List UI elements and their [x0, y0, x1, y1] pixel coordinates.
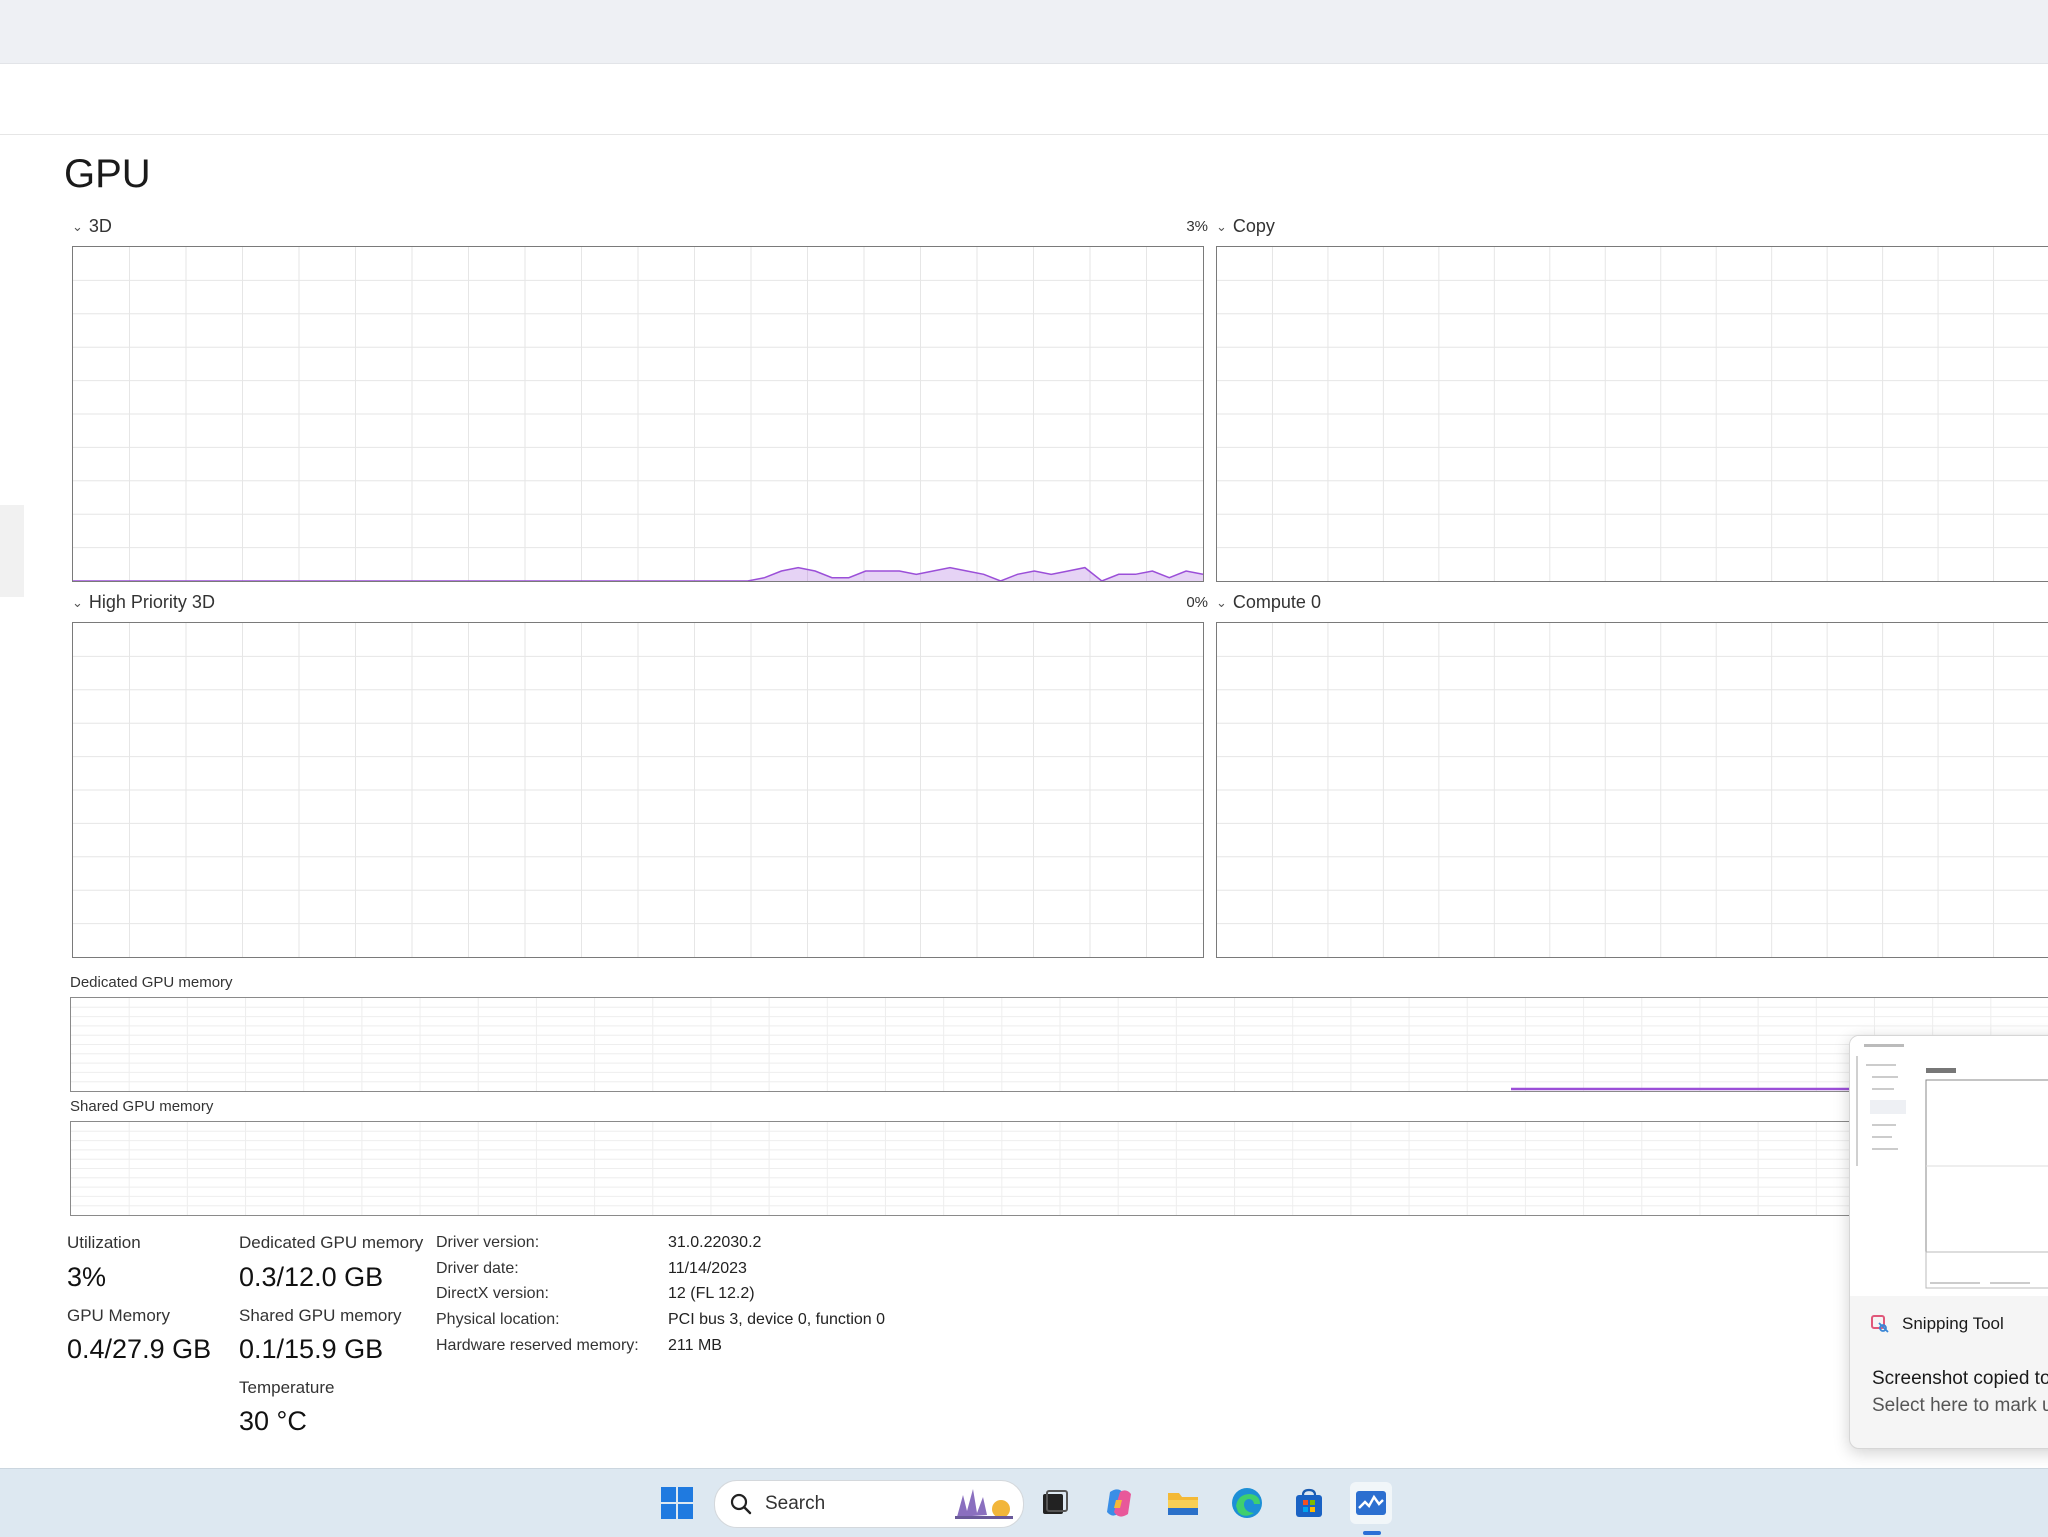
- utilization-label: Utilization: [67, 1233, 141, 1252]
- title-bar: [0, 0, 2048, 64]
- widgets-icon[interactable]: [951, 1483, 1017, 1523]
- info-row: DirectX version: 12 (FL 12.2): [436, 1281, 885, 1307]
- graph-copy-svg: [1217, 247, 2048, 581]
- toolbar: [0, 64, 2048, 135]
- graph-compute0-title: Compute 0: [1232, 592, 1321, 612]
- utilization-value: 3%: [67, 1262, 107, 1292]
- graph-copy-title: Copy: [1232, 216, 1275, 236]
- dedicated-gpu-memory-value: 0.3/12.0 GB: [239, 1262, 384, 1292]
- info-row: Physical location: PCI bus 3, device 0, f…: [436, 1307, 885, 1333]
- active-app-indicator: [1363, 1531, 1381, 1535]
- graph-hp3d-title: High Priority 3D: [88, 592, 215, 612]
- toast-app-name: Snipping Tool: [1902, 1314, 2004, 1333]
- shared-gpu-memory-label: Shared GPU memory: [239, 1306, 402, 1325]
- search-placeholder: Search: [765, 1493, 826, 1514]
- taskbar-search[interactable]: Search: [714, 1480, 1024, 1528]
- info-key: DirectX version:: [436, 1285, 549, 1303]
- graph-compute0-svg: [1217, 623, 2048, 957]
- graph-hp3d-svg: [73, 623, 1203, 957]
- chevron-down-icon: ⌄: [1216, 218, 1227, 234]
- gpu-memory-value: 0.4/27.9 GB: [67, 1334, 212, 1364]
- toast-submessage: Select here to mark up and share: [1872, 1395, 2048, 1416]
- taskbar: Search: [0, 1468, 2048, 1537]
- dedicated-gpu-memory-label: Dedicated GPU memory: [239, 1233, 424, 1252]
- screenshot-thumbnail[interactable]: [1850, 1036, 2048, 1296]
- temperature-value: 30 °C: [239, 1406, 307, 1436]
- start-icon[interactable]: [656, 1482, 698, 1524]
- shared-memory-graph: [70, 1121, 2048, 1216]
- graph-high-priority-3d: [72, 622, 1204, 958]
- graph-label-high-priority-3d[interactable]: ⌄ High Priority 3D: [72, 592, 215, 613]
- shared-memory-label: Shared GPU memory: [70, 1098, 214, 1115]
- copilot-icon[interactable]: [1098, 1482, 1140, 1524]
- graph-label-3d[interactable]: ⌄ 3D: [72, 216, 112, 237]
- graph-compute-0: [1216, 622, 2048, 958]
- dedicated-memory-svg: [71, 998, 2048, 1091]
- snipping-tool-icon: [1871, 1315, 1889, 1333]
- task-manager-icon[interactable]: [1350, 1482, 1392, 1524]
- chevron-down-icon: ⌄: [72, 594, 83, 610]
- graph-3d-percent: 3%: [1186, 218, 1208, 235]
- info-key: Driver version:: [436, 1233, 540, 1251]
- info-value: 12 (FL 12.2): [668, 1285, 755, 1303]
- page-title: GPU: [64, 152, 151, 196]
- screenshot-thumbnail-svg: [1850, 1036, 2048, 1296]
- info-value: 31.0.22030.2: [668, 1233, 762, 1251]
- dedicated-memory-graph: [70, 997, 2048, 1092]
- shared-memory-svg: [71, 1122, 2048, 1215]
- info-value: 211 MB: [668, 1336, 722, 1354]
- edge-icon[interactable]: [1226, 1482, 1268, 1524]
- chevron-down-icon: ⌄: [72, 218, 83, 234]
- info-value: PCI bus 3, device 0, function 0: [668, 1310, 886, 1328]
- graph-3d-title: 3D: [88, 216, 112, 236]
- info-row: Hardware reserved memory: 211 MB: [436, 1333, 885, 1359]
- info-key: Driver date:: [436, 1259, 519, 1277]
- toast-message: Screenshot copied to clipboard: [1872, 1368, 2048, 1389]
- task-view-icon[interactable]: [1034, 1482, 1076, 1524]
- graph-hp3d-percent: 0%: [1186, 594, 1208, 611]
- chevron-down-icon: ⌄: [1216, 594, 1227, 610]
- graph-copy: [1216, 246, 2048, 582]
- store-icon[interactable]: [1288, 1482, 1330, 1524]
- gpu-memory-label: GPU Memory: [67, 1306, 170, 1325]
- info-key: Physical location:: [436, 1310, 560, 1328]
- graph-label-compute-0[interactable]: ⌄ Compute 0: [1216, 592, 1321, 613]
- toast-app-header: Snipping Tool: [1870, 1314, 2004, 1334]
- graph-3d-svg: [73, 247, 1203, 581]
- driver-info-table: Driver version: 31.0.22030.2 Driver date:…: [436, 1230, 885, 1358]
- dedicated-memory-label: Dedicated GPU memory: [70, 974, 233, 991]
- shared-gpu-memory-value: 0.1/15.9 GB: [239, 1334, 384, 1364]
- info-key: Hardware reserved memory:: [436, 1336, 639, 1354]
- temperature-label: Temperature: [239, 1378, 335, 1397]
- graph-3d: [72, 246, 1204, 582]
- info-row: Driver date: 11/14/2023: [436, 1256, 885, 1282]
- sidebar-collapsed-tab[interactable]: [0, 505, 24, 597]
- snipping-tool-notification[interactable]: Snipping Tool Screenshot copied to clipb…: [1849, 1035, 2048, 1449]
- file-explorer-icon[interactable]: [1162, 1482, 1204, 1524]
- search-icon: [730, 1493, 752, 1515]
- info-value: 11/14/2023: [668, 1259, 747, 1277]
- graph-label-copy[interactable]: ⌄ Copy: [1216, 216, 1275, 237]
- info-row: Driver version: 31.0.22030.2: [436, 1230, 885, 1256]
